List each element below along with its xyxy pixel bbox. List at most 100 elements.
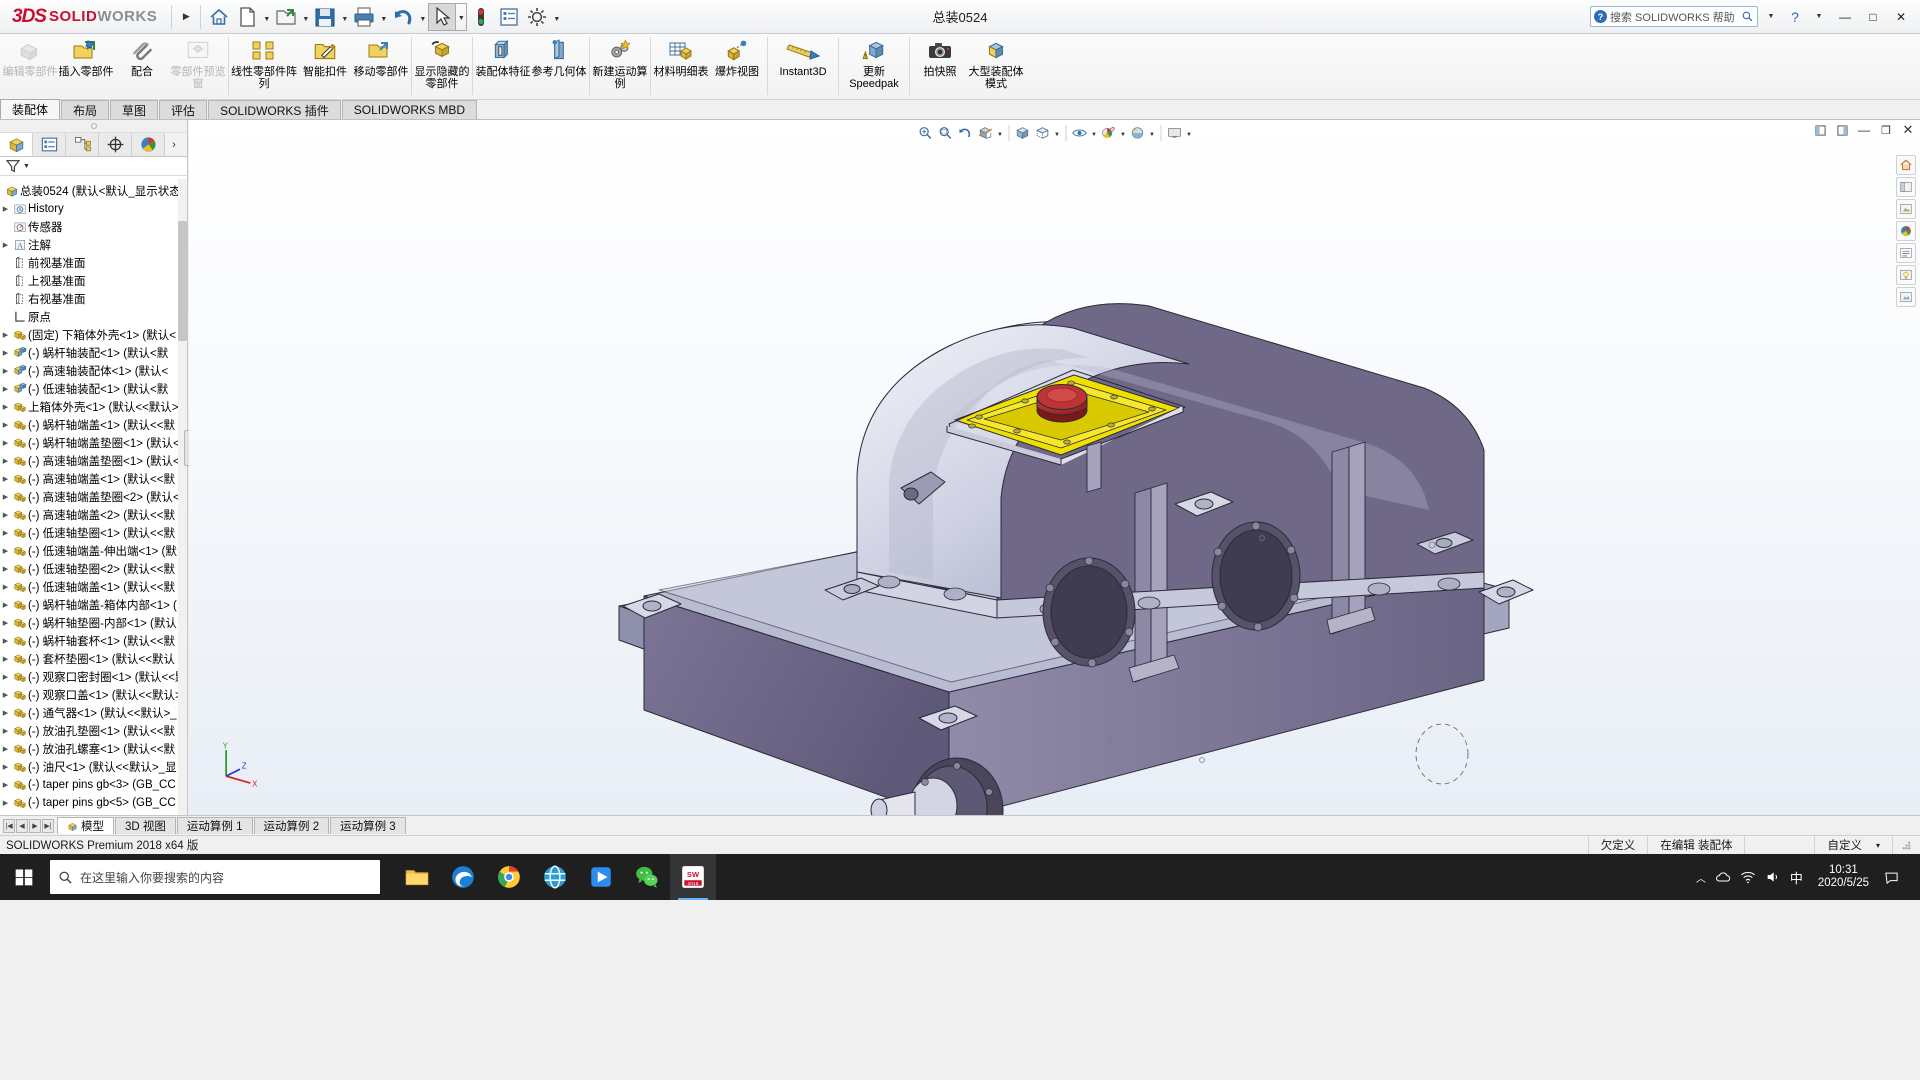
tree-row-component[interactable]: ▶ (-) 油尺<1> (默认<<默认>_显 (0, 758, 178, 776)
expand-arrow-icon[interactable]: ▶ (0, 349, 11, 357)
chevron-up-icon[interactable]: ︿ (1696, 870, 1706, 885)
ribbon-button-edit-component[interactable]: 编辑零部件 (2, 34, 58, 100)
close-button[interactable]: ✕ (1888, 6, 1914, 28)
feature-manager-tree-icon[interactable] (0, 133, 33, 156)
property-manager-icon[interactable] (33, 133, 66, 156)
expand-arrow-icon[interactable]: ▶ (0, 529, 11, 537)
print-icon[interactable] (350, 3, 378, 31)
tree-row-component[interactable]: ▶ (-) 低速轴垫圈<2> (默认<<默 (0, 560, 178, 578)
expand-arrow-icon[interactable]: ▶ (0, 655, 11, 663)
tree-row-component[interactable]: ▶ (-) 蜗杆轴端盖<1> (默认<<默 (0, 416, 178, 434)
browser-icon[interactable] (532, 854, 578, 900)
ribbon-button-component-preview[interactable]: 零部件预览窗 (170, 34, 226, 100)
ribbon-button-assembly-features[interactable]: 装配体特征 (475, 34, 531, 100)
expand-arrow-icon[interactable]: ▶ (0, 475, 11, 483)
status-resize-grip[interactable] (1892, 835, 1920, 855)
ribbon-button-move-component[interactable]: 移动零部件 (353, 34, 409, 100)
tree-scrollbar-thumb[interactable] (178, 221, 187, 341)
expand-arrow-icon[interactable]: ▶ (0, 205, 11, 213)
ribbon-button-smart-fasteners[interactable]: 智能扣件 (297, 34, 353, 100)
tree-row-front-plane[interactable]: 前视基准面 (0, 254, 178, 272)
chevron-down-icon[interactable]: ▾ (1876, 841, 1880, 850)
ime-icon[interactable]: 中 (1790, 868, 1803, 887)
expand-arrow-icon[interactable]: ▶ (0, 367, 11, 375)
ribbon-button-instant3d[interactable]: Instant3D (770, 34, 836, 100)
previous-tab-button[interactable]: ◀ (16, 818, 28, 833)
tree-row-component[interactable]: ▶ 上箱体外壳<1> (默认<<默认> (0, 398, 178, 416)
expand-arrow-icon[interactable]: ▶ (0, 637, 11, 645)
tree-row-component[interactable]: ▶ (-) 蜗杆轴垫圈-内部<1> (默认 (0, 614, 178, 632)
ribbon-button-insert-component[interactable]: 插入零部件 (58, 34, 114, 100)
expand-arrow-icon[interactable]: ▶ (0, 673, 11, 681)
configuration-manager-icon[interactable] (66, 133, 99, 156)
expand-arrow-icon[interactable]: ▶ (0, 709, 11, 717)
tree-row-component[interactable]: ▶ (-) 放油孔垫圈<1> (默认<<默 (0, 722, 178, 740)
new-document-icon[interactable] (233, 3, 261, 31)
ribbon-button-show-hidden[interactable]: 显示隐藏的零部件 (414, 34, 470, 100)
new-document-dropdown[interactable]: ▼ (261, 3, 272, 31)
tree-row-component[interactable]: ▶ (-) 低速轴垫圈<1> (默认<<默 (0, 524, 178, 542)
options-list-icon[interactable] (495, 3, 523, 31)
tree-row-component[interactable]: ▶ (-) taper pins gb<5> (GB_CC (0, 794, 178, 812)
ribbon-button-mate[interactable]: 配合 (114, 34, 170, 100)
next-tab-button[interactable]: ▶ (29, 818, 41, 833)
tree-filter-bar[interactable]: ▼ (0, 157, 187, 176)
expand-arrow-icon[interactable]: ▶ (176, 2, 196, 32)
tab-layout[interactable]: 布局 (61, 100, 110, 119)
expand-arrow-icon[interactable]: ▶ (0, 565, 11, 573)
tree-row-component[interactable]: ▶ (-) 观察口盖<1> (默认<<默认>_§ (0, 686, 178, 704)
search-icon[interactable] (1741, 10, 1754, 23)
tree-row-component[interactable]: ▶ (-) 高速轴端盖<2> (默认<<默 (0, 506, 178, 524)
expand-arrow-icon[interactable]: ▶ (0, 781, 11, 789)
tree-row-component[interactable]: ▶ (-) 低速轴端盖<1> (默认<<默 (0, 578, 178, 596)
maximize-button[interactable]: □ (1860, 6, 1886, 28)
bottom-tab-3dviews[interactable]: 3D 视图 (115, 817, 176, 834)
ribbon-button-large-assembly-mode[interactable]: 大型装配体模式 (968, 34, 1024, 100)
tree-row-history[interactable]: ▶ History (0, 200, 178, 218)
open-folder-icon[interactable] (272, 3, 300, 31)
expand-arrow-icon[interactable]: ▶ (0, 457, 11, 465)
save-icon[interactable] (311, 3, 339, 31)
expand-arrow-icon[interactable]: ▶ (0, 619, 11, 627)
network-icon[interactable] (1740, 869, 1756, 885)
graphics-viewport[interactable]: ▼ ▼ ▼ ▼ ▼ ▼ — ❐ ✕ Y X Z (189, 120, 1920, 815)
open-dropdown[interactable]: ▼ (300, 3, 311, 31)
select-cursor-icon[interactable] (428, 2, 457, 31)
tree-row-right-plane[interactable]: 右视基准面 (0, 290, 178, 308)
expand-arrow-icon[interactable]: ▶ (0, 547, 11, 555)
ribbon-button-linear-pattern[interactable]: 线性零部件阵列 (231, 34, 297, 100)
tab-sketch[interactable]: 草图 (110, 100, 159, 119)
expand-arrow-icon[interactable]: ▶ (0, 799, 11, 807)
minimize-button[interactable]: — (1832, 6, 1858, 28)
bottom-tab-motion-study-1[interactable]: 运动算例 1 (176, 817, 253, 834)
tree-scrollbar[interactable] (178, 179, 187, 815)
ribbon-button-reference-geometry[interactable]: 参考几何体 (531, 34, 587, 100)
tree-row-component[interactable]: ▶ (固定) 下箱体外壳<1> (默认< (0, 326, 178, 344)
tree-row-origin[interactable]: 原点 (0, 308, 178, 326)
tree-row-annotations[interactable]: ▶ A 注解 (0, 236, 178, 254)
wechat-icon[interactable] (624, 854, 670, 900)
file-explorer-icon[interactable] (394, 854, 440, 900)
windows-start-icon[interactable] (0, 854, 48, 900)
tree-row-component[interactable]: ▶ (-) 低速轴端盖-伸出端<1> (默 (0, 542, 178, 560)
ribbon-button-exploded-view[interactable]: 爆炸视图 (709, 34, 765, 100)
tree-row-top-plane[interactable]: 上视基准面 (0, 272, 178, 290)
bottom-tab-model[interactable]: 模型 (57, 817, 114, 834)
chevron-right-icon[interactable]: › (165, 133, 183, 156)
expand-arrow-icon[interactable]: ▶ (0, 385, 11, 393)
taskbar-search-input[interactable]: 在这里输入你要搜索的内容 (50, 860, 380, 894)
feature-tree[interactable]: 总装0524 (默认<默认_显示状态-1 ▶ History 传感器 ▶ A 注… (0, 179, 178, 815)
bottom-tab-motion-study-2[interactable]: 运动算例 2 (253, 817, 330, 834)
home-icon[interactable] (205, 3, 233, 31)
first-tab-button[interactable]: |◀ (3, 818, 15, 833)
action-center-icon[interactable] (1884, 870, 1899, 885)
tab-solidworks-addins[interactable]: SOLIDWORKS 插件 (208, 100, 341, 119)
edge-browser-icon[interactable] (440, 854, 486, 900)
tree-row-component[interactable]: ▶ (-) 高速轴端盖垫圈<1> (默认< (0, 452, 178, 470)
rebuild-icon[interactable] (467, 3, 495, 31)
filter-dropdown-caret-icon[interactable]: ▼ (23, 163, 30, 170)
tree-row-component[interactable]: ▶ (-) taper pins gb<3> (GB_CC (0, 776, 178, 794)
panel-grip[interactable] (0, 120, 187, 133)
expand-arrow-icon[interactable]: ▶ (0, 403, 11, 411)
taskbar-clock[interactable]: 10:31 2020/5/25 (1812, 864, 1875, 890)
